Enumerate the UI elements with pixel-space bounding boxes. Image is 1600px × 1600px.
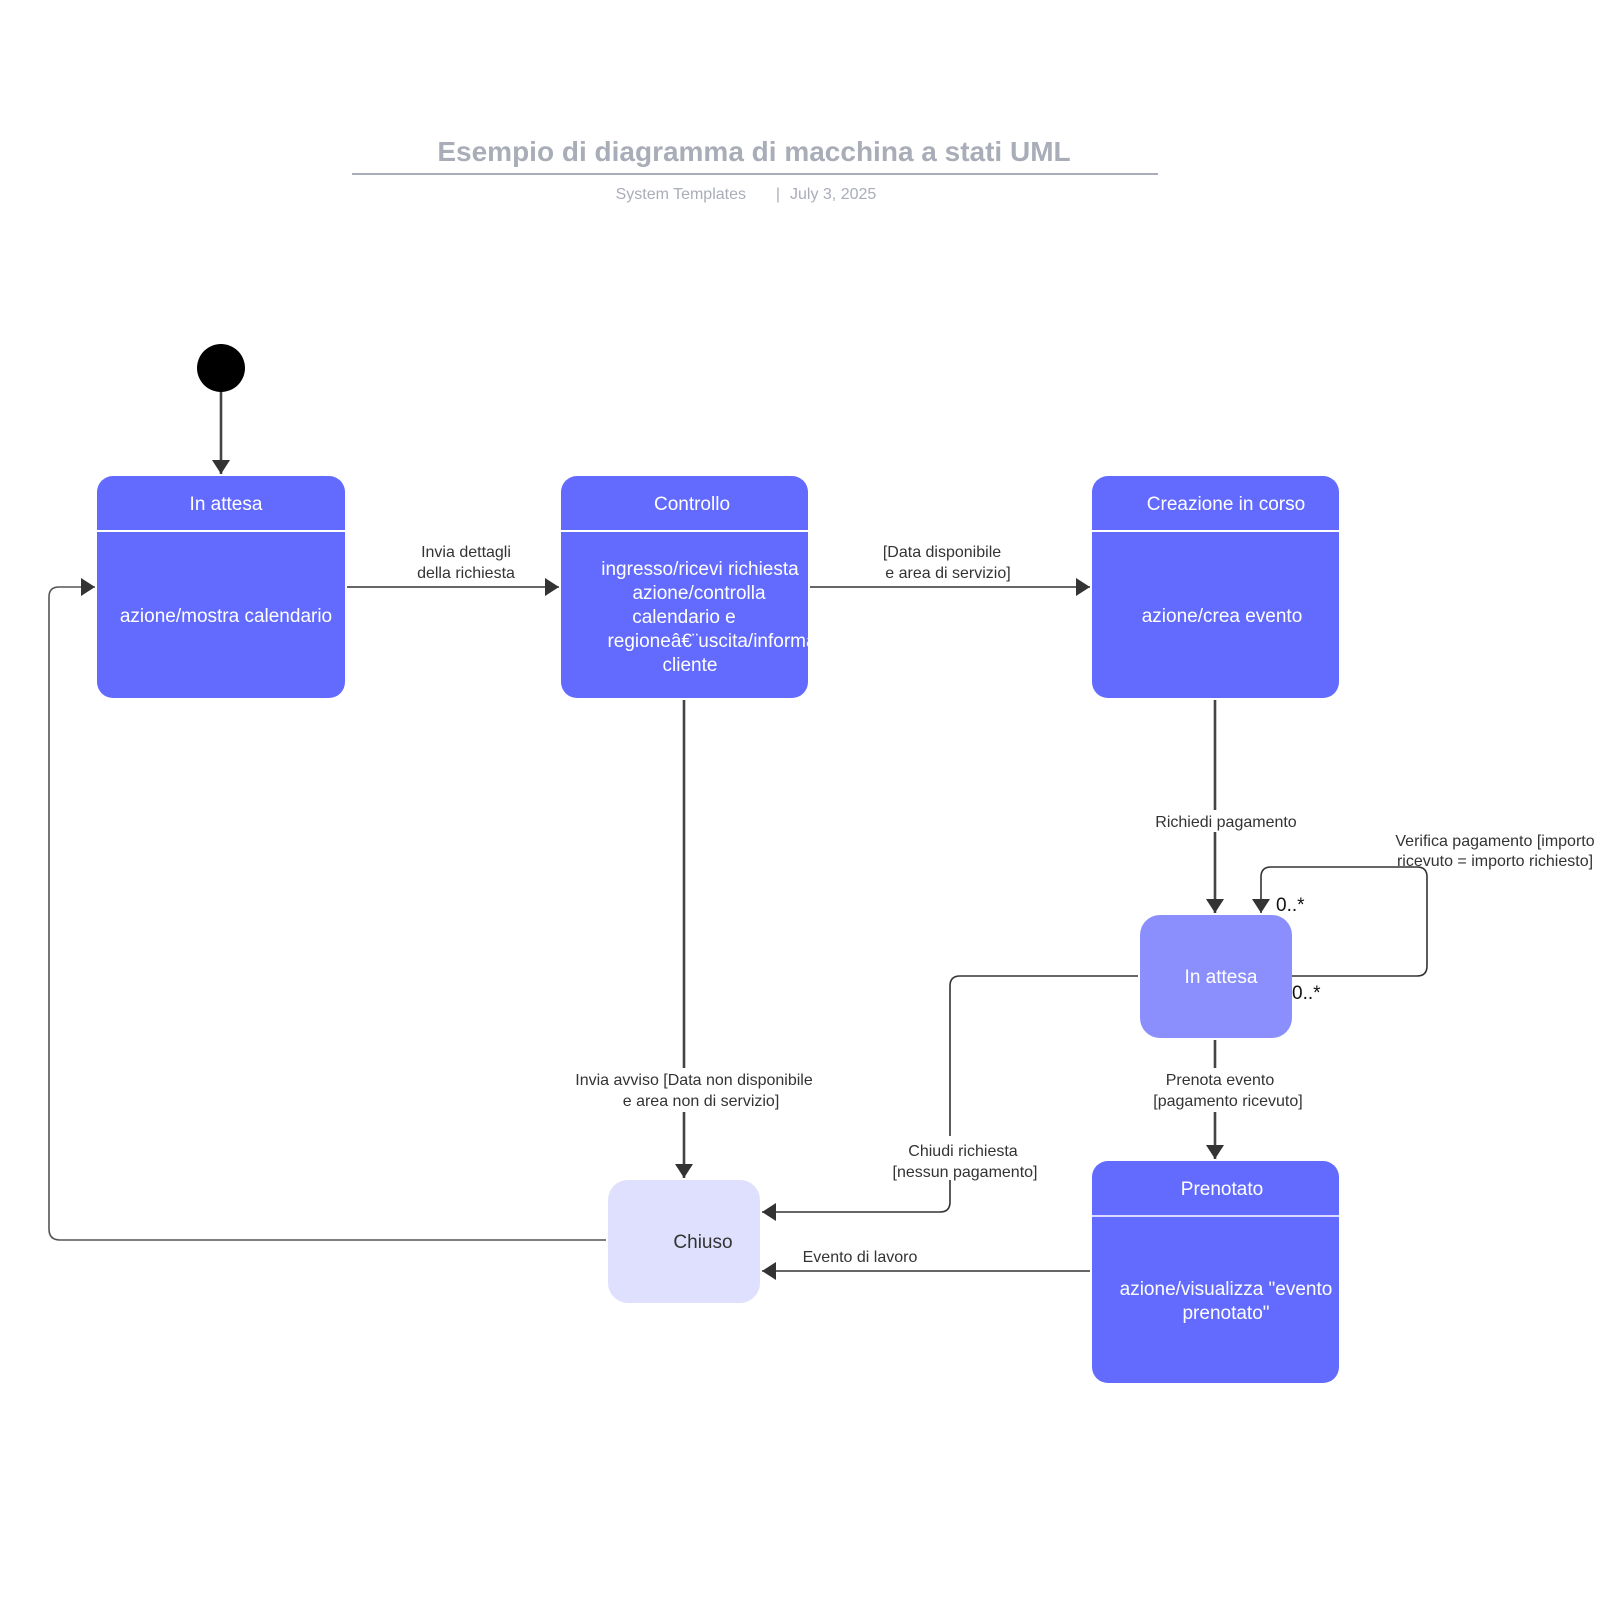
state-check-line-1: ingresso/ricevi richiesta [601, 559, 799, 580]
label-verify-payment-1: Verifica pagamento [importo [1395, 833, 1594, 850]
state-booked-line-1: azione/visualizza "evento [1120, 1279, 1333, 1300]
state-waiting[interactable]: In attesa azione/mostra calendario [97, 476, 345, 698]
state-check[interactable]: Controllo ingresso/ricevi richiesta azio… [561, 476, 817, 698]
state-creating[interactable]: Creazione in corso azione/crea evento [1092, 476, 1339, 698]
diagram-header: Esempio di diagramma di macchina a stati… [352, 136, 1158, 203]
state-creating-action: azione/crea evento [1142, 606, 1303, 627]
multiplicity-loop-out: 0..* [1292, 983, 1321, 1004]
state-closed-title: Chiuso [673, 1232, 732, 1253]
state-booked-title: Prenotato [1181, 1179, 1263, 1200]
diagram-source: System Templates [616, 186, 746, 203]
label-book-event-1: Prenota evento [1166, 1072, 1275, 1089]
diagram-date: July 3, 2025 [790, 186, 876, 203]
label-date-available-1: [Data disponibile [883, 544, 1001, 561]
state-check-line-3: calendario e [632, 607, 736, 628]
state-payment-wait-title: In attesa [1185, 967, 1258, 988]
label-close-request-2: [nessun pagamento] [893, 1164, 1038, 1181]
state-check-line-5: cliente [663, 655, 718, 676]
label-request-payment: Richiedi pagamento [1155, 814, 1297, 831]
state-waiting-title: In attesa [190, 494, 263, 515]
state-check-line-4: regioneâ€¨uscita/informa [607, 631, 817, 652]
label-date-available-2: e area di servizio] [885, 565, 1010, 582]
state-check-title: Controllo [654, 494, 730, 515]
state-creating-title: Creazione in corso [1147, 494, 1305, 515]
state-booked-line-2: prenotato" [1182, 1303, 1269, 1324]
label-book-event-2: [pagamento ricevuto] [1153, 1093, 1302, 1110]
label-close-request-1: Chiudi richiesta [908, 1143, 1017, 1160]
state-check-line-2: azione/controlla [632, 583, 766, 604]
label-work-event: Evento di lavoro [803, 1249, 918, 1266]
initial-state[interactable] [197, 344, 245, 392]
subtitle-separator: | [776, 186, 780, 203]
state-waiting-action: azione/mostra calendario [120, 606, 332, 627]
state-payment-wait[interactable]: In attesa [1140, 915, 1292, 1038]
label-verify-payment-2: ricevuto = importo richiesto] [1397, 853, 1593, 870]
state-closed[interactable]: Chiuso [608, 1180, 760, 1303]
multiplicity-loop-in: 0..* [1276, 895, 1305, 916]
label-send-notice-2: e area non di servizio] [623, 1093, 780, 1110]
label-send-details-1: Invia dettagli [421, 544, 511, 561]
state-machine-diagram: Esempio di diagramma di macchina a stati… [48, 136, 1595, 1383]
label-send-details-2: della richiesta [417, 565, 515, 582]
state-booked[interactable]: Prenotato azione/visualizza "evento pren… [1092, 1161, 1339, 1383]
diagram-title: Esempio di diagramma di macchina a stati… [437, 136, 1070, 167]
label-send-notice-1: Invia avviso [Data non disponibile [575, 1072, 813, 1089]
